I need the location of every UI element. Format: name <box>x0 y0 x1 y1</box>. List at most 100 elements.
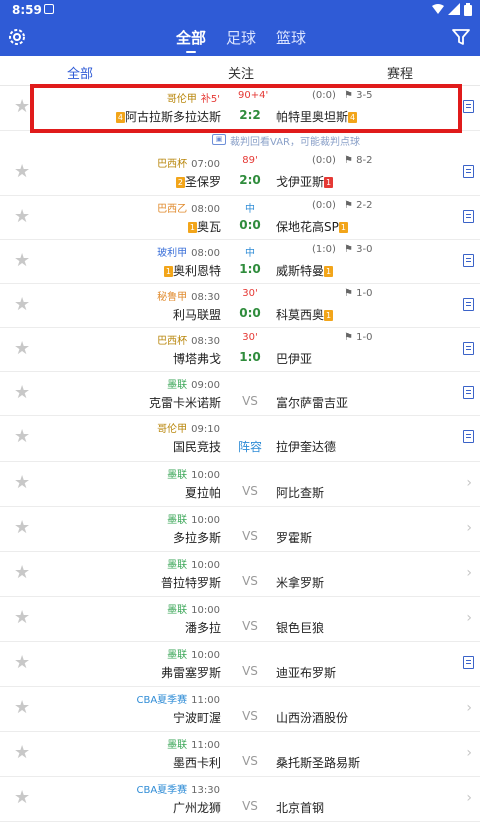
status-icons <box>432 3 472 19</box>
analysis-doc-icon[interactable] <box>463 165 474 178</box>
match-row[interactable]: ★ 巴西乙 08:00 中 (0:0) ⚑ 2-2 1 奥瓦 0:0 保地花高SP 1 <box>0 196 480 240</box>
match-row[interactable]: ★ 墨联 10:00 普拉特罗斯 VS 米拿罗斯 › <box>0 552 480 597</box>
match-row[interactable]: ★ 哥伦甲 补5' 90+4' (0:0) ⚑ 3-5 4 阿古拉斯多拉达斯 2:2 帕特里奥坦斯… <box>0 86 480 131</box>
match-row[interactable]: ★ 玻利甲 08:00 中 (1:0) ⚑ 3-0 1 奥利恩特 1:0 威斯特曼 1 <box>0 240 480 284</box>
home-team: 国民竞技 <box>173 438 221 455</box>
chevron-right-icon[interactable]: › <box>466 520 472 536</box>
match-row[interactable]: ★ 秘鲁甲 08:30 30' ⚑ 1-0 利马联盟 0:0 科莫西奥 1 <box>0 284 480 328</box>
away-team-name: 阿比查斯 <box>276 486 325 500</box>
favorite-star-icon[interactable]: ★ <box>14 163 32 181</box>
league-name: 墨联 <box>167 515 188 526</box>
match-row[interactable]: ★ 墨联 10:00 弗雷塞罗斯 VS 迪亚布罗斯 <box>0 642 480 687</box>
analysis-doc-icon[interactable] <box>463 386 474 399</box>
match-time: 10:00 <box>191 560 220 571</box>
match-row[interactable]: ★ 墨联 10:00 夏拉帕 VS 阿比查斯 › <box>0 462 480 507</box>
match-row[interactable]: ★ 墨联 10:00 潘多拉 VS 银色巨狼 › <box>0 597 480 642</box>
favorite-star-icon[interactable]: ★ <box>14 699 32 717</box>
subtab-schedule[interactable]: 赛程 <box>387 63 413 82</box>
tab-basketball[interactable]: 篮球 <box>276 27 306 48</box>
favorite-star-icon[interactable]: ★ <box>14 340 32 358</box>
home-team: 广州龙狮 <box>173 799 221 816</box>
signal-icon <box>448 3 460 19</box>
match-score: 2:2 <box>239 108 261 122</box>
analysis-doc-icon[interactable] <box>463 210 474 223</box>
sub-tabs: 全部 关注 赛程 <box>0 56 480 89</box>
chevron-right-icon[interactable]: › <box>466 475 472 491</box>
league-info: 墨联 10:00 <box>167 601 220 616</box>
tab-football[interactable]: 足球 <box>226 27 256 48</box>
favorite-star-icon[interactable]: ★ <box>14 474 32 492</box>
away-card-badge: 1 <box>324 266 334 277</box>
analysis-doc-icon[interactable] <box>463 100 474 113</box>
away-team: 桑托斯圣路易斯 <box>276 754 360 771</box>
match-row[interactable]: ★ CBA夏季赛 13:30 广州龙狮 VS 北京首钢 › <box>0 777 480 822</box>
favorite-star-icon[interactable]: ★ <box>14 384 32 402</box>
subtab-all[interactable]: 全部 <box>62 63 98 89</box>
analysis-doc-icon[interactable] <box>463 430 474 443</box>
chevron-right-icon[interactable]: › <box>466 790 472 806</box>
match-row[interactable]: ★ 墨联 09:00 克雷卡米诺斯 VS 富尔萨雷吉亚 <box>0 372 480 416</box>
match-time: 10:00 <box>191 605 220 616</box>
match-time: 补5' <box>200 94 220 105</box>
corner-value: 8-2 <box>356 155 373 166</box>
home-team: 2 圣保罗 <box>175 173 221 190</box>
match-time: 11:00 <box>191 695 220 706</box>
league-name: 墨联 <box>167 470 188 481</box>
analysis-doc-icon[interactable] <box>463 342 474 355</box>
chevron-right-icon[interactable]: › <box>466 700 472 716</box>
analysis-doc-icon[interactable] <box>463 298 474 311</box>
match-score: VS <box>242 484 258 498</box>
gear-icon[interactable] <box>6 26 28 48</box>
match-row[interactable]: ★ 墨联 10:00 多拉多斯 VS 罗霍斯 › <box>0 507 480 552</box>
filter-icon[interactable] <box>450 26 472 48</box>
favorite-star-icon[interactable]: ★ <box>14 564 32 582</box>
app-bar: 全部 足球 篮球 <box>0 20 480 56</box>
corner-flag-icon: ⚑ <box>344 244 357 255</box>
corner-count: ⚑ 3-5 <box>344 90 373 101</box>
away-team: 巴伊亚 <box>276 350 312 367</box>
match-row[interactable]: ★ 墨联 11:00 墨西卡利 VS 桑托斯圣路易斯 › <box>0 732 480 777</box>
match-time: 10:00 <box>191 650 220 661</box>
league-name: 巴西杯 <box>157 336 188 347</box>
away-card-badge: 4 <box>348 112 358 123</box>
corner-count: ⚑ 1-0 <box>344 332 373 343</box>
favorite-star-icon[interactable]: ★ <box>14 98 32 116</box>
match-row[interactable]: ★ 巴西杯 08:30 30' ⚑ 1-0 博塔弗戈 1:0 巴伊亚 <box>0 328 480 372</box>
favorite-star-icon[interactable]: ★ <box>14 428 32 446</box>
analysis-doc-icon[interactable] <box>463 656 474 669</box>
home-team: 1 奥瓦 <box>187 218 221 235</box>
league-name: 墨联 <box>167 605 188 616</box>
analysis-doc-icon[interactable] <box>463 254 474 267</box>
home-team-name: 多拉多斯 <box>172 531 221 545</box>
tab-all[interactable]: 全部 <box>176 27 206 53</box>
match-time: 13:30 <box>191 785 220 796</box>
match-row[interactable]: ★ CBA夏季赛 11:00 宁波町渥 VS 山西汾酒股份 › <box>0 687 480 732</box>
home-team-name: 利马联盟 <box>172 308 221 322</box>
favorite-star-icon[interactable]: ★ <box>14 789 32 807</box>
league-info: 哥伦甲 09:10 <box>157 420 220 435</box>
away-team-name: 威斯特曼 <box>276 264 325 278</box>
league-info: 墨联 10:00 <box>167 646 220 661</box>
away-team-name: 米拿罗斯 <box>276 576 325 590</box>
chevron-right-icon[interactable]: › <box>466 565 472 581</box>
wifi-icon <box>432 3 444 19</box>
corner-count: ⚑ 8-2 <box>344 155 373 166</box>
home-card-badge: 1 <box>163 266 173 277</box>
match-minute: 中 <box>245 204 255 215</box>
favorite-star-icon[interactable]: ★ <box>14 208 32 226</box>
league-info: 墨联 11:00 <box>167 736 220 751</box>
chevron-right-icon[interactable]: › <box>466 745 472 761</box>
home-team: 博塔弗戈 <box>173 350 221 367</box>
subtab-following[interactable]: 关注 <box>228 63 254 82</box>
favorite-star-icon[interactable]: ★ <box>14 744 32 762</box>
chevron-right-icon[interactable]: › <box>466 610 472 626</box>
lineup-label[interactable]: 阵容 <box>230 438 270 455</box>
home-team: 普拉特罗斯 <box>161 574 221 591</box>
favorite-star-icon[interactable]: ★ <box>14 296 32 314</box>
favorite-star-icon[interactable]: ★ <box>14 519 32 537</box>
league-info: 墨联 10:00 <box>167 556 220 571</box>
favorite-star-icon[interactable]: ★ <box>14 654 32 672</box>
favorite-star-icon[interactable]: ★ <box>14 609 32 627</box>
favorite-star-icon[interactable]: ★ <box>14 252 32 270</box>
match-row[interactable]: ★ 哥伦甲 09:10 国民竞技 阵容 拉伊奎达德 <box>0 416 480 462</box>
